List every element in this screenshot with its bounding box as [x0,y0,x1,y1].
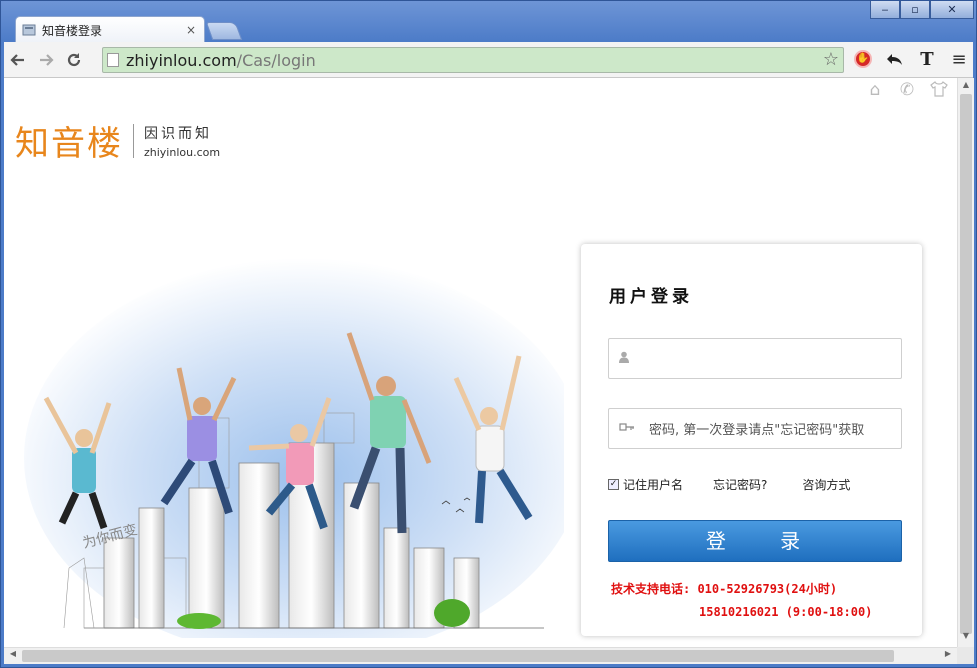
login-title: 用户登录 [609,287,693,307]
maximize-button[interactable]: ▫ [900,1,930,19]
tshirt-icon [930,81,948,97]
top-right-icons: ⌂ ✆ [865,80,949,100]
page-viewport: ⌂ ✆ 知音楼 因识而知 zhiyinlou.com 为你而变 用户登录 密码,… [4,78,957,647]
user-icon [619,351,635,366]
arrow-right-icon [40,53,54,66]
tab-active[interactable]: 知音楼登录 × [15,16,205,43]
support-info: 技术支持电话: 010-52926793(24小时) 15810216021 (… [611,580,872,619]
undo-arrow-icon [887,54,902,65]
back-button[interactable] [4,46,32,74]
scroll-left-icon[interactable]: ◀ [6,649,20,658]
horizontal-scrollbar[interactable]: ◀ ▶ [4,647,957,664]
forward-button[interactable] [32,46,60,74]
password-field[interactable]: 密码, 第一次登录请点"忘记密码"获取 [608,408,902,449]
login-options: ✓ 记住用户名 忘记密码? 咨询方式 [608,476,850,493]
url-path: /Cas/login [236,50,316,70]
tab-title: 知音楼登录 [42,23,103,38]
url-host: zhiyinlou.com [126,50,237,70]
scroll-down-icon[interactable]: ▼ [958,631,974,645]
arrow-left-icon [10,53,24,66]
close-window-button[interactable]: ✕ [930,1,974,19]
page-icon [107,53,119,67]
extension-buttons: ✋ T ≡ [850,46,972,72]
vertical-scroll-thumb[interactable] [960,94,972,634]
tab-strip: 知音楼登录 × ‒ ▫ ✕ [1,1,977,43]
adblock-icon[interactable]: ✋ [850,46,876,72]
address-bar[interactable]: zhiyinlou.com /Cas/login ☆ [102,47,844,73]
scroll-right-icon[interactable]: ▶ [941,649,955,658]
reload-button[interactable] [60,46,88,74]
password-placeholder: 密码, 第一次登录请点"忘记密码"获取 [649,423,865,438]
window-controls: ‒ ▫ ✕ [870,1,974,19]
logo-text-block: 因识而知 zhiyinlou.com [144,123,220,159]
logo-name: 知音楼 [15,124,123,164]
tab-close-icon[interactable]: × [184,23,198,37]
key-icon [619,422,635,435]
minimize-button[interactable]: ‒ [870,1,900,19]
logo-slogan: 因识而知 [144,125,212,142]
browser-toolbar: zhiyinlou.com /Cas/login ☆ ✋ T ≡ [4,42,973,78]
contact-link[interactable]: 咨询方式 [802,476,850,493]
reload-icon [67,52,81,66]
hero-illustration: 为你而变 [24,258,564,638]
remember-checkbox[interactable]: ✓ [608,479,619,490]
logo-domain: zhiyinlou.com [144,145,221,159]
phone-icon[interactable]: ✆ [897,80,917,100]
support-line-1: 技术支持电话: 010-52926793(24小时) [611,582,838,596]
new-tab-button[interactable] [205,22,243,40]
scroll-corner [957,647,974,664]
menu-icon[interactable]: ≡ [946,46,972,72]
logo-divider [133,123,134,158]
bookmark-star-icon[interactable]: ☆ [823,49,839,70]
login-card: 用户登录 密码, 第一次登录请点"忘记密码"获取 ✓ 记住用户名 忘记密码? 咨… [581,244,922,636]
text-tool-icon[interactable]: T [914,46,940,72]
undo-icon[interactable] [882,46,908,72]
shirt-icon[interactable] [929,80,949,100]
scroll-up-icon[interactable]: ▲ [958,80,974,94]
browser-window: 知音楼登录 × ‒ ▫ ✕ zhiyinlou.com /Cas/login ☆… [0,0,977,668]
page-favicon-icon [22,24,36,36]
vertical-scrollbar[interactable]: ▲ ▼ [957,78,974,647]
horizontal-scroll-thumb[interactable] [22,650,894,662]
forgot-password-link[interactable]: 忘记密码? [713,476,767,493]
remember-label[interactable]: 记住用户名 [623,476,683,493]
site-logo[interactable]: 知音楼 因识而知 zhiyinlou.com [15,116,220,165]
home-icon[interactable]: ⌂ [865,80,885,100]
login-button[interactable]: 登 录 [608,520,902,562]
support-line-2: 15810216021 (9:00-18:00) [699,605,873,619]
username-field[interactable] [608,338,902,379]
